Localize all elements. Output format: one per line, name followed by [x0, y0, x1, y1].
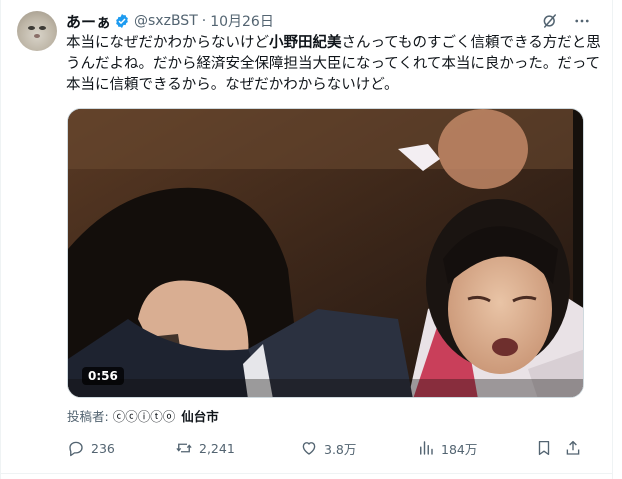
video-frame	[68, 109, 583, 397]
video-player[interactable]: 0:56	[67, 108, 584, 398]
retweet-button[interactable]: 2,241	[175, 438, 235, 458]
bookmark-icon	[538, 440, 550, 456]
avatar[interactable]	[17, 11, 57, 51]
reply-icon	[69, 441, 83, 457]
handle[interactable]: @sxzBST	[134, 13, 198, 29]
like-icon	[302, 442, 316, 455]
bottom-divider	[0, 473, 613, 474]
right-divider	[612, 0, 613, 479]
top-right-actions	[540, 11, 592, 31]
views-count: 184万	[441, 441, 478, 457]
display-name[interactable]: あーぁ	[66, 11, 111, 32]
views-icon	[420, 441, 433, 455]
separator-dot: ·	[201, 13, 207, 29]
share-button[interactable]	[564, 438, 582, 458]
reply-button[interactable]: 236	[67, 438, 115, 458]
tweet-text: 本当になぜだかわからないけど小野田紀美さんってものすごく信頼できる方だと思うんだ…	[66, 33, 606, 96]
reply-count: 236	[91, 440, 115, 456]
left-divider	[0, 0, 1, 479]
grok-icon[interactable]	[540, 11, 560, 31]
retweet-count: 2,241	[199, 440, 235, 456]
post-date[interactable]: 10月26日	[210, 11, 274, 31]
bookmark-button[interactable]	[535, 438, 553, 458]
video-duration: 0:56	[82, 367, 124, 385]
more-icon[interactable]	[572, 11, 592, 31]
poster-label: 投稿者:	[67, 408, 109, 424]
tweet-text-bold-name: 小野田紀美	[269, 35, 342, 51]
tweet-header: あーぁ @sxzBST · 10月26日	[66, 11, 274, 31]
avatar-nose	[34, 34, 40, 38]
action-bar: 236 2,241 3.8万 184万	[67, 438, 587, 458]
license-icons[interactable]: ⓒⓒⓘⓣⓞ	[113, 406, 176, 425]
retweet-icon	[176, 443, 192, 453]
tweet-text-part-1: 本当になぜだかわからないけど	[66, 35, 269, 51]
verified-badge-icon[interactable]	[114, 13, 130, 29]
like-button[interactable]: 3.8万	[300, 438, 356, 458]
avatar-eye-left	[28, 26, 35, 30]
share-icon	[566, 440, 580, 455]
avatar-eye-right	[39, 26, 46, 30]
like-count: 3.8万	[324, 441, 357, 457]
poster-credit: 投稿者: ⓒⓒⓘⓣⓞ 仙台市	[67, 406, 219, 424]
views-button[interactable]: 184万	[417, 438, 477, 458]
poster-location[interactable]: 仙台市	[181, 406, 219, 425]
